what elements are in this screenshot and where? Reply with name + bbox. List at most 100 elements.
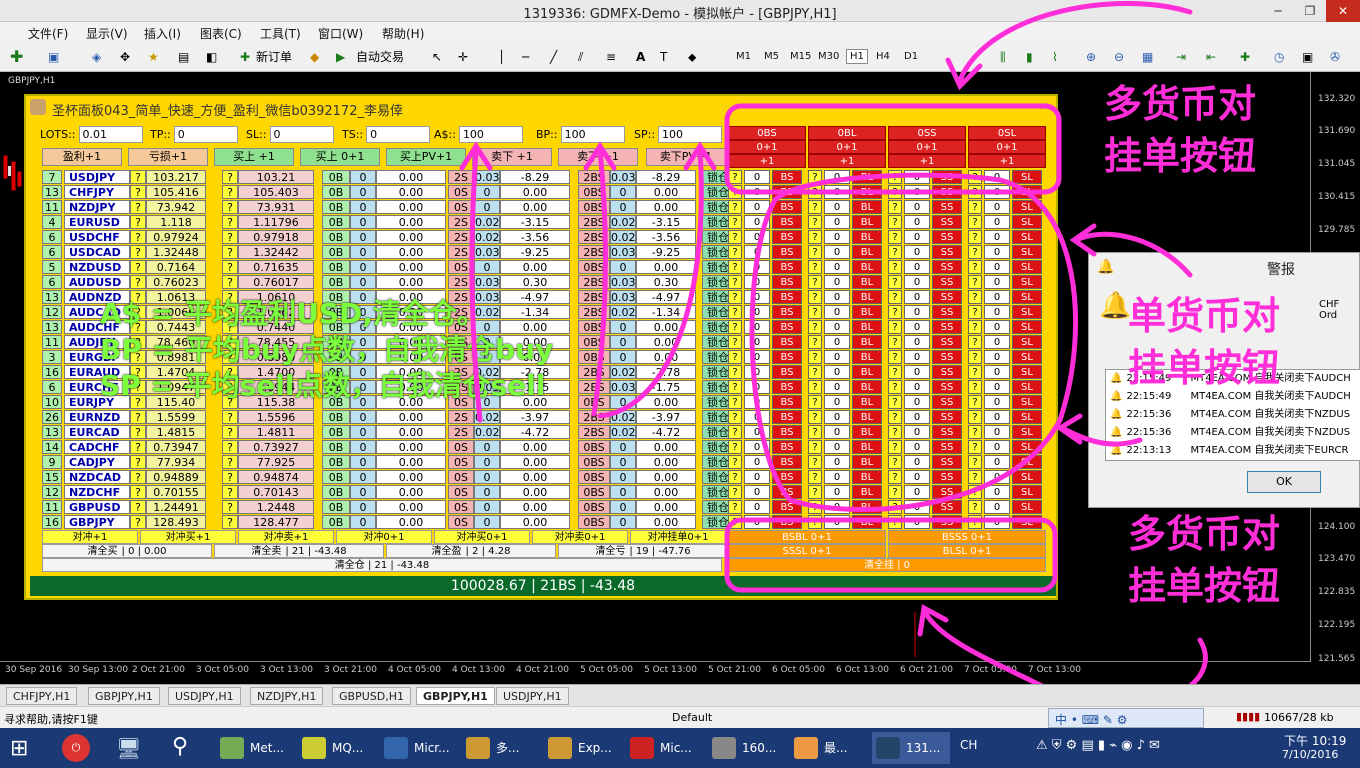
pending-sl-button[interactable]: SL <box>1012 515 1042 529</box>
alert-item[interactable]: 🔔 22:13:13 MT4EA.COM 自我关闭卖下EURCR <box>1106 442 1360 460</box>
query-button[interactable]: ? <box>968 470 982 484</box>
query-button[interactable]: ? <box>808 380 822 394</box>
close-all-button[interactable]: 清全仓 | 21 | -43.48 <box>42 558 722 572</box>
query-button[interactable]: ? <box>222 485 238 499</box>
menu-view[interactable]: 显示(V) <box>86 25 128 42</box>
query-button[interactable]: ? <box>728 290 742 304</box>
pending-ss-button[interactable]: SS <box>932 350 962 364</box>
pending-bl-button[interactable]: BL <box>852 260 882 274</box>
pending-bs-button[interactable]: BS <box>772 245 802 259</box>
symbol-button[interactable]: EURNZD <box>64 410 130 424</box>
multi-header-button[interactable]: 0BS <box>728 126 806 140</box>
chart-tab[interactable]: NZDJPY,H1 <box>250 687 324 705</box>
fibonacci-icon[interactable]: ≡ <box>606 47 616 67</box>
query-button[interactable]: ? <box>808 350 822 364</box>
query-button[interactable]: ? <box>728 410 742 424</box>
query-button[interactable]: ? <box>222 215 238 229</box>
query-button[interactable]: ? <box>888 275 902 289</box>
pending-sl-button[interactable]: SL <box>1012 230 1042 244</box>
pending-sl-button[interactable]: SL <box>1012 305 1042 319</box>
pending-bs-button[interactable]: BS <box>772 365 802 379</box>
pending-bl-button[interactable]: BL <box>852 410 882 424</box>
symbol-button[interactable]: NZDCHF <box>64 485 130 499</box>
zoom-out-icon[interactable]: ⊖ <box>1114 47 1124 67</box>
query-button[interactable]: ? <box>222 440 238 454</box>
cell-s[interactable]: 0S <box>448 500 474 514</box>
alert-item[interactable]: 🔔 22:15:36 MT4EA.COM 自我关闭卖下NZDUS <box>1106 406 1360 424</box>
symbol-button[interactable]: USDJPY <box>64 170 130 184</box>
multi-header-button[interactable]: 0SS <box>888 126 966 140</box>
timeframe-d1[interactable]: D1 <box>904 51 918 62</box>
query-button[interactable]: ? <box>808 200 822 214</box>
menu-window[interactable]: 窗口(W) <box>318 25 363 42</box>
query-button[interactable]: ? <box>728 275 742 289</box>
query-button[interactable]: ? <box>968 320 982 334</box>
cell-s[interactable]: 2S <box>448 230 474 244</box>
query-button[interactable]: ? <box>968 410 982 424</box>
pending-bs-button[interactable]: BS <box>772 290 802 304</box>
param-input-0[interactable] <box>78 126 143 143</box>
symbol-button[interactable]: NZDCAD <box>64 470 130 484</box>
taskbar-item[interactable]: 多... <box>462 732 540 764</box>
query-button[interactable]: ? <box>808 305 822 319</box>
symbol-button[interactable]: GBPJPY <box>64 515 130 529</box>
pending-ss-button[interactable]: SS <box>932 485 962 499</box>
pending-sl-button[interactable]: SL <box>1012 335 1042 349</box>
pending-ss-button[interactable]: SS <box>932 275 962 289</box>
param-input-3[interactable] <box>366 126 431 143</box>
pending-ss-button[interactable]: SS <box>932 395 962 409</box>
start-icon[interactable]: ⊞ <box>10 736 28 761</box>
pending-bs-button[interactable]: BS <box>772 305 802 319</box>
param-input-1[interactable] <box>173 126 238 143</box>
pending-bs-button[interactable]: BS <box>772 200 802 214</box>
query-button[interactable]: ? <box>888 425 902 439</box>
restore-button[interactable]: ❐ <box>1294 0 1326 22</box>
query-button[interactable]: ? <box>130 410 146 424</box>
crosshair-icon[interactable]: ✛ <box>458 47 468 67</box>
symbol-button[interactable]: AUDUSD <box>64 275 130 289</box>
pending-bl-button[interactable]: BL <box>852 230 882 244</box>
timeframe-m15[interactable]: M15 <box>790 51 811 62</box>
pending-bl-button[interactable]: BL <box>852 185 882 199</box>
query-button[interactable]: ? <box>808 410 822 424</box>
ime-icon[interactable]: 中 • ⌨ ✎ ⚙ <box>1055 711 1127 728</box>
pending-bl-button[interactable]: BL <box>852 215 882 229</box>
query-button[interactable]: ? <box>222 170 238 184</box>
pending-bl-button[interactable]: BL <box>852 470 882 484</box>
cell-bs[interactable]: 0BS <box>578 500 610 514</box>
symbol-button[interactable]: CADCHF <box>64 440 130 454</box>
query-button[interactable]: ? <box>222 275 238 289</box>
pending-bl-button[interactable]: BL <box>852 245 882 259</box>
query-button[interactable]: ? <box>728 455 742 469</box>
query-button[interactable]: ? <box>728 485 742 499</box>
query-button[interactable]: ? <box>808 500 822 514</box>
query-button[interactable]: ? <box>888 290 902 304</box>
menu-tools[interactable]: 工具(T) <box>260 25 301 42</box>
query-button[interactable]: ? <box>808 230 822 244</box>
pending-sl-button[interactable]: SL <box>1012 215 1042 229</box>
taskbar-item[interactable]: 最... <box>790 732 868 764</box>
query-button[interactable]: ? <box>130 485 146 499</box>
hedge-button[interactable]: 对冲卖+1 <box>238 530 334 544</box>
action-button[interactable]: 亏损+1 <box>128 148 208 166</box>
menu-help[interactable]: 帮助(H) <box>382 25 424 42</box>
query-button[interactable]: ? <box>222 260 238 274</box>
query-button[interactable]: ? <box>968 230 982 244</box>
query-button[interactable]: ? <box>808 335 822 349</box>
pending-ss-button[interactable]: SS <box>932 410 962 424</box>
query-button[interactable]: ? <box>888 395 902 409</box>
query-button[interactable]: ? <box>728 425 742 439</box>
pending-ss-button[interactable]: SS <box>932 455 962 469</box>
pending-sl-button[interactable]: SL <box>1012 425 1042 439</box>
query-button[interactable]: ? <box>888 320 902 334</box>
cell-bs[interactable]: 2BS <box>578 410 610 424</box>
query-button[interactable]: ? <box>728 170 742 184</box>
query-button[interactable]: ? <box>728 500 742 514</box>
cell-b[interactable]: 0B <box>322 215 350 229</box>
cell-b[interactable]: 0B <box>322 200 350 214</box>
symbol-button[interactable]: EURUSD <box>64 215 130 229</box>
query-button[interactable]: ? <box>888 470 902 484</box>
zoom-in-icon[interactable]: ⊕ <box>1086 47 1096 67</box>
query-button[interactable]: ? <box>968 455 982 469</box>
pending-sl-button[interactable]: SL <box>1012 395 1042 409</box>
